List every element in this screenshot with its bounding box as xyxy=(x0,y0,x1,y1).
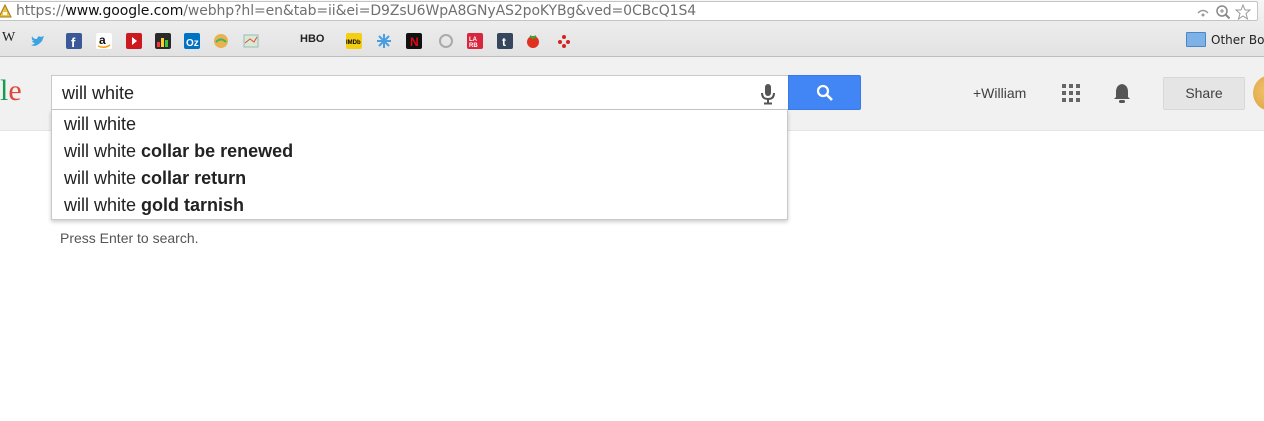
star-icon[interactable] xyxy=(1234,3,1252,21)
search-button[interactable] xyxy=(788,75,861,110)
bookmark-imdb-icon[interactable]: IMDb xyxy=(346,33,362,49)
bookmark-wsj-icon[interactable] xyxy=(155,33,171,49)
user-link[interactable]: +William xyxy=(973,85,1026,101)
bookmark-yelp-icon[interactable] xyxy=(556,33,572,49)
suggestion-item[interactable]: will white gold tarnish xyxy=(64,192,244,219)
other-bookmarks-label: Other Bo xyxy=(1211,32,1264,47)
other-bookmarks[interactable]: Other Bo xyxy=(1186,32,1264,47)
bookmark-tomato-icon[interactable] xyxy=(525,33,541,49)
url-field[interactable]: https://www.google.com/webhp?hl=en&tab=i… xyxy=(0,1,1258,21)
search-input[interactable] xyxy=(62,82,742,104)
bookmark-tumblr-icon[interactable]: t xyxy=(497,33,513,49)
bookmark-wikipedia-icon[interactable]: W xyxy=(2,30,18,46)
bookmark-circle-icon[interactable] xyxy=(438,33,454,49)
suggestion-item[interactable]: will white collar be renewed xyxy=(64,138,293,165)
bookmark-hbo[interactable]: HBO xyxy=(300,33,324,45)
bookmark-amazon-icon[interactable]: a xyxy=(96,33,112,49)
bookmark-maps-icon[interactable] xyxy=(243,33,259,49)
press-enter-hint: Press Enter to search. xyxy=(60,230,199,246)
svg-text:N: N xyxy=(410,35,419,49)
bookmark-twitter-icon[interactable] xyxy=(30,33,46,49)
svg-text:RB: RB xyxy=(469,43,478,49)
address-bar-strip: https://www.google.com/webhp?hl=en&tab=i… xyxy=(0,0,1264,25)
google-logo[interactable]: le xyxy=(0,76,22,106)
bookmark-snowflake-icon[interactable] xyxy=(376,33,392,49)
site-info-icon[interactable] xyxy=(0,3,13,19)
bookmarks-bar: W f a Oz HBO IMDb N LA RB t Other Bo xyxy=(0,24,1264,57)
url-text: https://www.google.com/webhp?hl=en&tab=i… xyxy=(16,3,697,19)
zoom-icon[interactable] xyxy=(1215,4,1231,20)
suggestion-item[interactable]: will white xyxy=(64,111,136,138)
bookmark-larb-icon[interactable]: LA RB xyxy=(467,33,483,49)
search-icon xyxy=(816,84,833,101)
svg-text:IMDb: IMDb xyxy=(346,40,361,46)
share-button[interactable]: Share xyxy=(1163,77,1245,110)
svg-text:f: f xyxy=(71,35,76,49)
bookmark-youtube-icon[interactable] xyxy=(126,33,142,49)
suggestions-dropdown: will white will white collar be renewed … xyxy=(51,110,788,220)
bookmark-facebook-icon[interactable]: f xyxy=(66,33,82,50)
microphone-icon[interactable] xyxy=(758,83,778,105)
suggestion-item[interactable]: will white collar return xyxy=(64,165,246,192)
notifications-bell-icon[interactable] xyxy=(1111,82,1133,104)
folder-icon xyxy=(1186,32,1206,47)
signal-icon[interactable] xyxy=(1195,4,1211,20)
search-box xyxy=(51,75,788,110)
apps-grid-icon[interactable] xyxy=(1061,83,1081,103)
bookmark-finder-icon[interactable] xyxy=(213,33,229,49)
avatar[interactable] xyxy=(1253,75,1264,111)
svg-text:Oz: Oz xyxy=(186,38,199,49)
bookmark-outlook-icon[interactable]: Oz xyxy=(184,33,200,49)
svg-text:t: t xyxy=(502,35,506,49)
svg-text:a: a xyxy=(99,33,106,47)
bookmark-netflix-icon[interactable]: N xyxy=(406,33,422,49)
